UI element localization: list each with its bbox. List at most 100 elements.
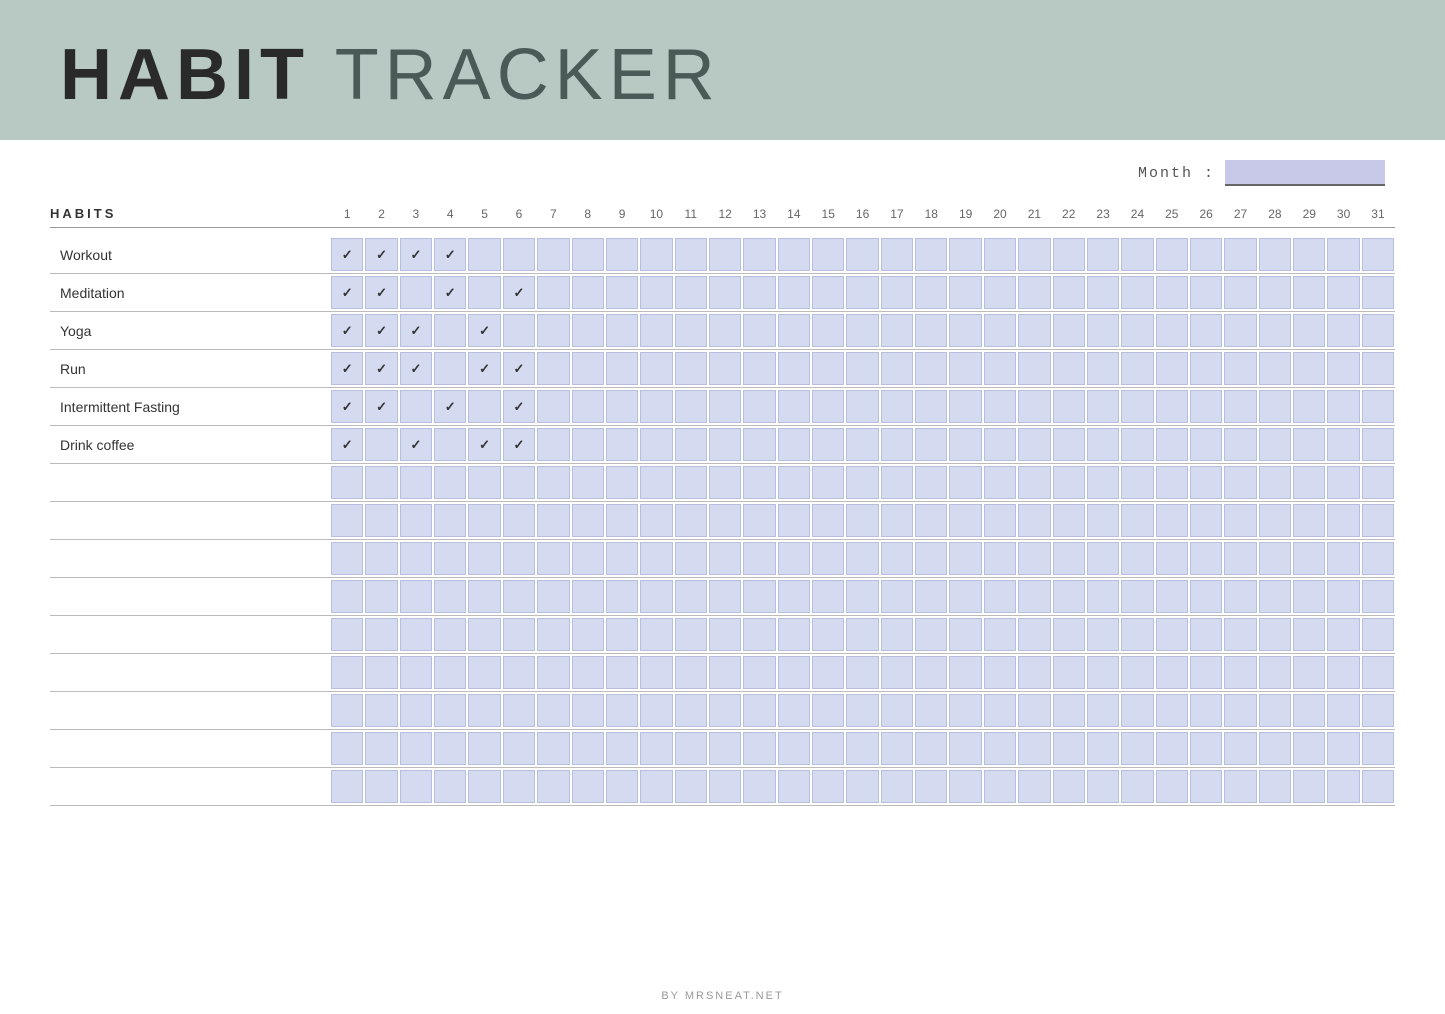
day-cell-habit11-day16[interactable] <box>846 656 878 689</box>
day-cell-habit2-day11[interactable] <box>675 314 707 347</box>
day-cell-habit11-day17[interactable] <box>881 656 913 689</box>
day-cell-habit10-day7[interactable] <box>537 618 569 651</box>
day-cell-habit12-day31[interactable] <box>1362 694 1394 727</box>
day-cell-habit1-day16[interactable] <box>846 276 878 309</box>
day-cell-habit9-day23[interactable] <box>1087 580 1119 613</box>
day-cell-habit12-day23[interactable] <box>1087 694 1119 727</box>
day-cell-habit5-day6[interactable]: ✓ <box>503 428 535 461</box>
day-cell-habit14-day14[interactable] <box>778 770 810 803</box>
day-cell-habit1-day31[interactable] <box>1362 276 1394 309</box>
day-cell-habit12-day24[interactable] <box>1121 694 1153 727</box>
day-cell-habit10-day24[interactable] <box>1121 618 1153 651</box>
day-cell-habit7-day24[interactable] <box>1121 504 1153 537</box>
day-cell-habit2-day18[interactable] <box>915 314 947 347</box>
day-cell-habit7-day26[interactable] <box>1190 504 1222 537</box>
day-cell-habit4-day30[interactable] <box>1327 390 1359 423</box>
day-cell-habit0-day8[interactable] <box>572 238 604 271</box>
day-cell-habit13-day25[interactable] <box>1156 732 1188 765</box>
day-cell-habit12-day27[interactable] <box>1224 694 1256 727</box>
day-cell-habit0-day31[interactable] <box>1362 238 1394 271</box>
day-cell-habit2-day20[interactable] <box>984 314 1016 347</box>
day-cell-habit1-day24[interactable] <box>1121 276 1153 309</box>
day-cell-habit14-day10[interactable] <box>640 770 672 803</box>
day-cell-habit11-day13[interactable] <box>743 656 775 689</box>
day-cell-habit7-day17[interactable] <box>881 504 913 537</box>
day-cell-habit1-day10[interactable] <box>640 276 672 309</box>
day-cell-habit5-day28[interactable] <box>1259 428 1291 461</box>
day-cell-habit14-day6[interactable] <box>503 770 535 803</box>
day-cell-habit6-day23[interactable] <box>1087 466 1119 499</box>
day-cell-habit1-day28[interactable] <box>1259 276 1291 309</box>
day-cell-habit5-day31[interactable] <box>1362 428 1394 461</box>
day-cell-habit6-day31[interactable] <box>1362 466 1394 499</box>
day-cell-habit0-day12[interactable] <box>709 238 741 271</box>
day-cell-habit3-day25[interactable] <box>1156 352 1188 385</box>
day-cell-habit3-day13[interactable] <box>743 352 775 385</box>
day-cell-habit4-day10[interactable] <box>640 390 672 423</box>
day-cell-habit5-day24[interactable] <box>1121 428 1153 461</box>
day-cell-habit9-day29[interactable] <box>1293 580 1325 613</box>
day-cell-habit14-day3[interactable] <box>400 770 432 803</box>
day-cell-habit9-day18[interactable] <box>915 580 947 613</box>
day-cell-habit0-day3[interactable]: ✓ <box>400 238 432 271</box>
day-cell-habit10-day31[interactable] <box>1362 618 1394 651</box>
day-cell-habit8-day26[interactable] <box>1190 542 1222 575</box>
day-cell-habit14-day25[interactable] <box>1156 770 1188 803</box>
day-cell-habit14-day21[interactable] <box>1018 770 1050 803</box>
day-cell-habit3-day4[interactable] <box>434 352 466 385</box>
day-cell-habit6-day5[interactable] <box>468 466 500 499</box>
day-cell-habit7-day9[interactable] <box>606 504 638 537</box>
day-cell-habit0-day14[interactable] <box>778 238 810 271</box>
day-cell-habit5-day1[interactable]: ✓ <box>331 428 363 461</box>
day-cell-habit12-day5[interactable] <box>468 694 500 727</box>
day-cell-habit6-day3[interactable] <box>400 466 432 499</box>
day-cell-habit11-day15[interactable] <box>812 656 844 689</box>
day-cell-habit1-day27[interactable] <box>1224 276 1256 309</box>
day-cell-habit13-day16[interactable] <box>846 732 878 765</box>
day-cell-habit11-day4[interactable] <box>434 656 466 689</box>
day-cell-habit7-day29[interactable] <box>1293 504 1325 537</box>
day-cell-habit7-day27[interactable] <box>1224 504 1256 537</box>
day-cell-habit3-day27[interactable] <box>1224 352 1256 385</box>
day-cell-habit10-day19[interactable] <box>949 618 981 651</box>
day-cell-habit13-day11[interactable] <box>675 732 707 765</box>
day-cell-habit10-day26[interactable] <box>1190 618 1222 651</box>
day-cell-habit12-day17[interactable] <box>881 694 913 727</box>
day-cell-habit10-day17[interactable] <box>881 618 913 651</box>
day-cell-habit4-day2[interactable]: ✓ <box>365 390 397 423</box>
day-cell-habit7-day22[interactable] <box>1053 504 1085 537</box>
day-cell-habit3-day17[interactable] <box>881 352 913 385</box>
day-cell-habit11-day22[interactable] <box>1053 656 1085 689</box>
day-cell-habit12-day21[interactable] <box>1018 694 1050 727</box>
day-cell-habit8-day9[interactable] <box>606 542 638 575</box>
day-cell-habit9-day19[interactable] <box>949 580 981 613</box>
day-cell-habit3-day8[interactable] <box>572 352 604 385</box>
day-cell-habit0-day4[interactable]: ✓ <box>434 238 466 271</box>
day-cell-habit0-day5[interactable] <box>468 238 500 271</box>
day-cell-habit4-day5[interactable] <box>468 390 500 423</box>
day-cell-habit10-day6[interactable] <box>503 618 535 651</box>
day-cell-habit6-day18[interactable] <box>915 466 947 499</box>
day-cell-habit6-day21[interactable] <box>1018 466 1050 499</box>
day-cell-habit8-day23[interactable] <box>1087 542 1119 575</box>
day-cell-habit6-day14[interactable] <box>778 466 810 499</box>
day-cell-habit12-day28[interactable] <box>1259 694 1291 727</box>
day-cell-habit4-day3[interactable] <box>400 390 432 423</box>
day-cell-habit8-day4[interactable] <box>434 542 466 575</box>
day-cell-habit7-day28[interactable] <box>1259 504 1291 537</box>
day-cell-habit6-day16[interactable] <box>846 466 878 499</box>
day-cell-habit14-day16[interactable] <box>846 770 878 803</box>
day-cell-habit2-day22[interactable] <box>1053 314 1085 347</box>
day-cell-habit11-day18[interactable] <box>915 656 947 689</box>
day-cell-habit13-day31[interactable] <box>1362 732 1394 765</box>
day-cell-habit7-day23[interactable] <box>1087 504 1119 537</box>
day-cell-habit5-day12[interactable] <box>709 428 741 461</box>
day-cell-habit5-day11[interactable] <box>675 428 707 461</box>
day-cell-habit1-day22[interactable] <box>1053 276 1085 309</box>
day-cell-habit9-day4[interactable] <box>434 580 466 613</box>
day-cell-habit6-day8[interactable] <box>572 466 604 499</box>
day-cell-habit2-day8[interactable] <box>572 314 604 347</box>
day-cell-habit9-day12[interactable] <box>709 580 741 613</box>
day-cell-habit0-day1[interactable]: ✓ <box>331 238 363 271</box>
day-cell-habit8-day16[interactable] <box>846 542 878 575</box>
